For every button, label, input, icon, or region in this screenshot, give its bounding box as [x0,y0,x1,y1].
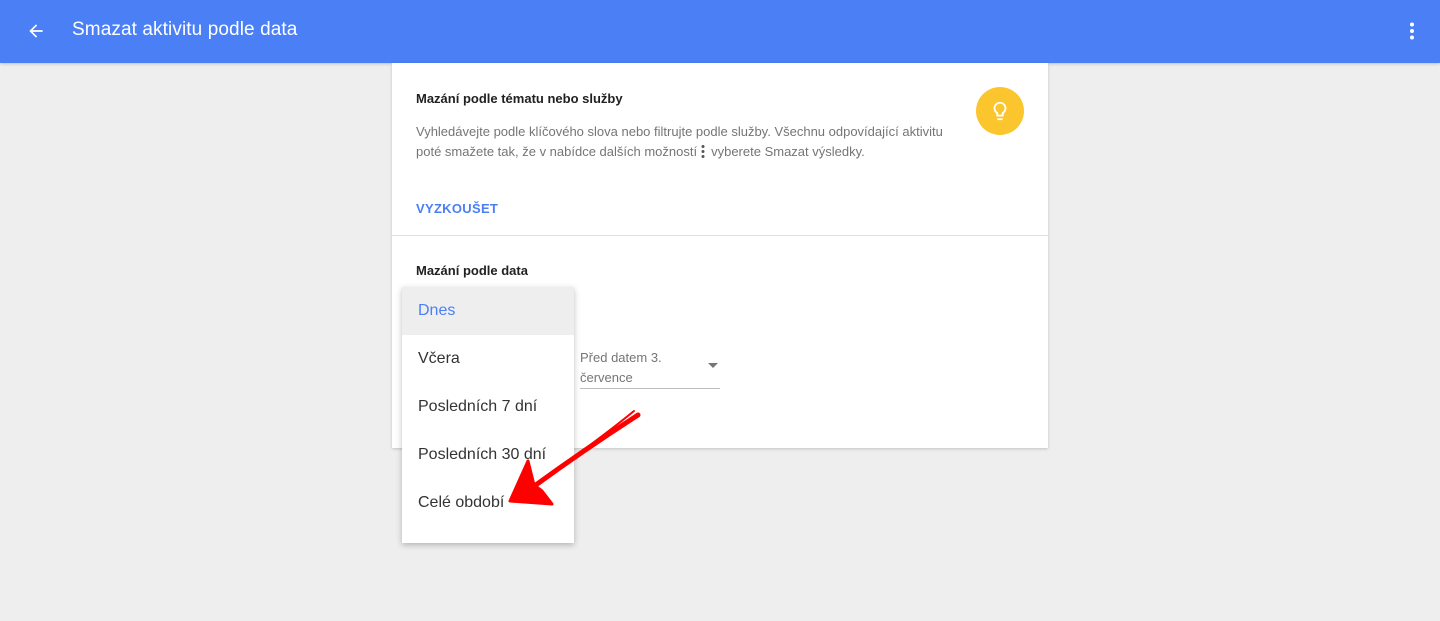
annotation-arrow-icon [508,410,641,506]
date-section-title: Mazání podle data [416,263,528,278]
topic-description-text-2: vyberete Smazat výsledky. [711,144,865,159]
topic-section-title: Mazání podle tématu nebo služby [416,91,623,106]
menu-item-today[interactable]: Dnes [402,287,574,335]
page-title: Smazat aktivitu podle data [72,19,298,40]
app-bar: Smazat aktivitu podle data [0,0,1440,63]
topic-description: Vyhledávejte podle klíčového slova nebo … [416,122,946,164]
section-divider [392,235,1048,236]
dropdown-arrow-icon [708,363,718,368]
menu-item-yesterday[interactable]: Včera [402,335,574,383]
more-options-button[interactable] [1400,15,1424,47]
try-button[interactable]: VYZKOUŠET [416,201,498,216]
before-date-value: Před datem 3. července [580,350,662,385]
back-button[interactable] [20,15,52,47]
arrow-back-icon [29,24,43,38]
more-vert-inline-icon [701,144,705,164]
lightbulb-icon [993,101,1007,121]
before-date-select[interactable]: Před datem 3. července [580,348,720,389]
more-vert-icon [1410,22,1414,40]
tip-badge [976,87,1024,135]
